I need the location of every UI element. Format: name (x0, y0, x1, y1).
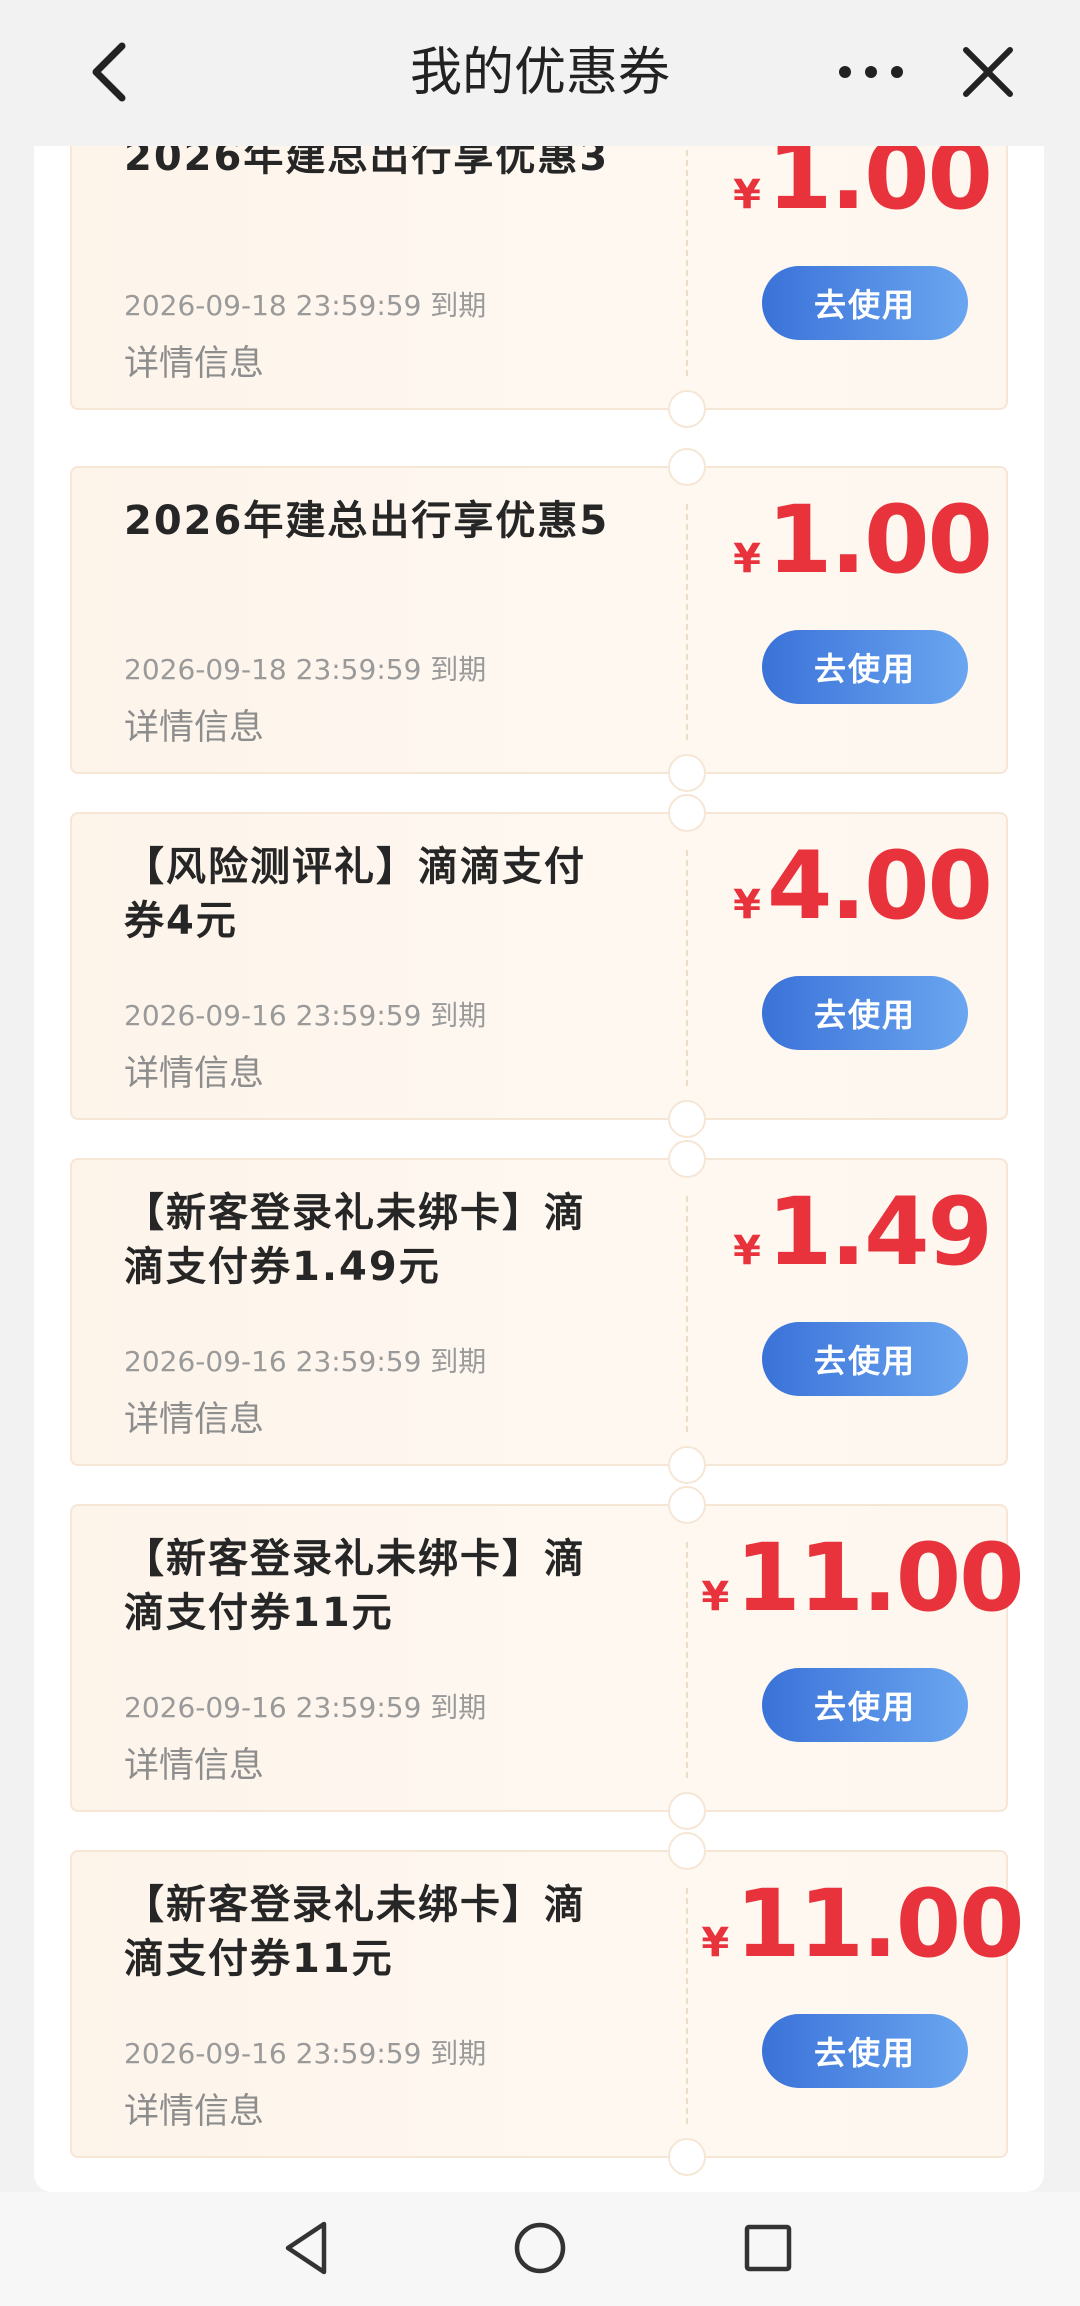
more-dots-icon (839, 66, 903, 78)
coupon-amount: 1.00 (766, 486, 993, 595)
currency-symbol: ¥ (733, 172, 761, 218)
ticket-notch (668, 1792, 706, 1830)
more-button[interactable] (836, 44, 906, 100)
page-title: 我的优惠券 (409, 43, 670, 103)
coupon-expiry: 2026-09-18 23:59:59 到期 (124, 289, 487, 322)
currency-symbol: ¥ (733, 882, 761, 928)
app-header: 我的优惠券 (0, 0, 1080, 146)
coupon-price: ¥11.00 (701, 1870, 1024, 1979)
coupon-amount: 1.00 (766, 146, 993, 231)
nav-home-button[interactable] (510, 2218, 570, 2278)
coupon-title: 2026年建总出行享优惠5 (124, 498, 610, 544)
ticket-divider (686, 1196, 688, 1432)
coupon-card: 【新客登录礼未绑卡】滴滴支付券11元 2026-09-16 23:59:59 到… (70, 1486, 1025, 1830)
currency-symbol: ¥ (701, 1574, 730, 1620)
ticket-notch (668, 1140, 706, 1178)
coupon-detail-link[interactable]: 详情信息 (124, 1052, 264, 1096)
ticket-divider (686, 1888, 688, 2124)
coupon-expiry: 2026-09-16 23:59:59 到期 (124, 999, 487, 1032)
coupon-card: 2026年建总出行享优惠3 2026-09-18 23:59:59 到期 详情信… (70, 146, 1008, 428)
ticket-notch (668, 794, 706, 832)
coupon-amount: 11.00 (735, 1524, 1024, 1633)
coupon-title: 2026年建总出行享优惠3 (124, 146, 610, 180)
use-coupon-button[interactable]: 去使用 (762, 2014, 968, 2088)
use-coupon-button[interactable]: 去使用 (762, 976, 968, 1050)
ticket-divider (686, 850, 688, 1086)
use-coupon-button[interactable]: 去使用 (762, 266, 968, 340)
ticket-divider (686, 504, 688, 740)
coupon-detail-link[interactable]: 详情信息 (124, 1744, 264, 1788)
ticket-notch (668, 2138, 706, 2176)
coupon-expiry: 2026-09-18 23:59:59 到期 (124, 653, 487, 686)
coupon-card: 【新客登录礼未绑卡】滴滴支付券1.49元 2026-09-16 23:59:59… (70, 1140, 1008, 1484)
coupon-detail-link[interactable]: 详情信息 (124, 342, 264, 386)
coupon-detail-link[interactable]: 详情信息 (124, 706, 264, 750)
ticket-notch (668, 1486, 706, 1524)
coupon-title: 【风险测评礼】滴滴支付券4元 (124, 844, 586, 944)
ticket-notch (668, 1100, 706, 1138)
coupon-amount: 4.00 (766, 832, 993, 941)
coupon-card: 【新客登录礼未绑卡】滴滴支付券11元 2026-09-16 23:59:59 到… (70, 1832, 1025, 2176)
ticket-notch (668, 1446, 706, 1484)
coupon-amount: 1.49 (766, 1178, 993, 1287)
system-nav-bar (0, 2192, 1080, 2306)
coupon-title: 【新客登录礼未绑卡】滴滴支付券1.49元 (124, 1190, 586, 1290)
nav-recents-button[interactable] (738, 2218, 798, 2278)
square-recents-icon (744, 2224, 792, 2272)
currency-symbol: ¥ (733, 536, 761, 582)
coupon-price: ¥1.49 (712, 1178, 1012, 1287)
coupon-expiry: 2026-09-16 23:59:59 到期 (124, 2037, 487, 2070)
coupon-title: 【新客登录礼未绑卡】滴滴支付券11元 (124, 1882, 586, 1982)
coupon-price: ¥1.00 (712, 146, 1012, 231)
ticket-divider (686, 1542, 688, 1778)
ticket-notch (668, 448, 706, 486)
coupon-card: 【风险测评礼】滴滴支付券4元 2026-09-16 23:59:59 到期 详情… (70, 794, 1008, 1138)
ticket-notch (668, 1832, 706, 1870)
coupon-title: 【新客登录礼未绑卡】滴滴支付券11元 (124, 1536, 586, 1636)
coupon-price: ¥4.00 (712, 832, 1012, 941)
coupon-expiry: 2026-09-16 23:59:59 到期 (124, 1345, 487, 1378)
currency-symbol: ¥ (733, 1228, 761, 1274)
triangle-back-icon (285, 2221, 327, 2275)
ticket-notch (668, 390, 706, 428)
coupon-detail-link[interactable]: 详情信息 (124, 2090, 264, 2134)
coupon-card: 2026年建总出行享优惠5 2026-09-18 23:59:59 到期 详情信… (70, 448, 1008, 792)
coupon-expiry: 2026-09-16 23:59:59 到期 (124, 1691, 487, 1724)
coupon-price: ¥1.00 (712, 486, 1012, 595)
close-icon (963, 47, 1013, 97)
ticket-divider (686, 146, 688, 376)
nav-back-button[interactable] (278, 2218, 338, 2278)
ticket-notch (668, 754, 706, 792)
use-coupon-button[interactable]: 去使用 (762, 630, 968, 704)
circle-home-icon (514, 2222, 566, 2274)
coupon-amount: 11.00 (735, 1870, 1024, 1979)
coupon-price: ¥11.00 (701, 1524, 1024, 1633)
use-coupon-button[interactable]: 去使用 (762, 1322, 968, 1396)
use-coupon-button[interactable]: 去使用 (762, 1668, 968, 1742)
coupon-list[interactable]: 2026年建总出行享优惠3 2026-09-18 23:59:59 到期 详情信… (34, 146, 1044, 2192)
coupon-detail-link[interactable]: 详情信息 (124, 1398, 264, 1442)
currency-symbol: ¥ (701, 1920, 730, 1966)
close-button[interactable] (958, 42, 1018, 102)
